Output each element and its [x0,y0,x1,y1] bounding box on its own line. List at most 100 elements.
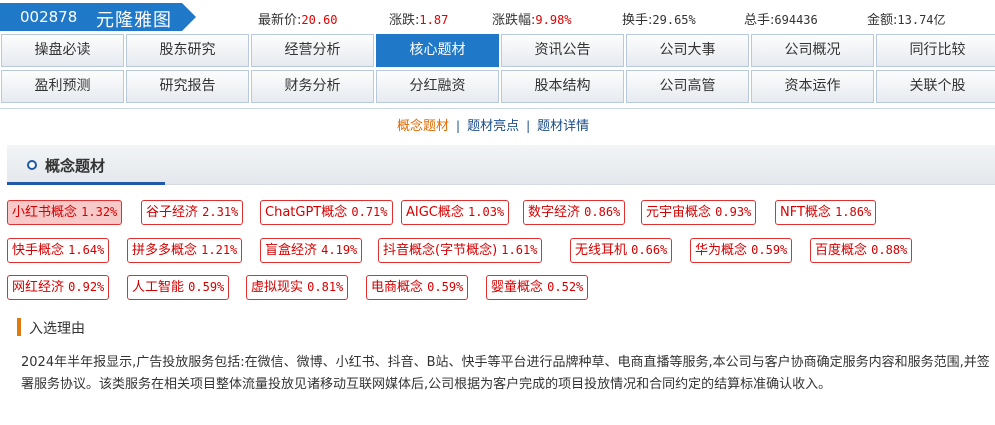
concept-tag[interactable]: 抖音概念(字节概念) 1.61% [378,238,543,263]
concept-tag-value: 0.92% [68,280,105,294]
concept-tag[interactable]: 人工智能 0.59% [127,275,230,300]
quote-item: 涨跌幅:9.98% [492,9,572,28]
concept-tag[interactable]: 快手概念 1.64% [7,238,110,263]
concept-tag-value: 1.21% [201,243,238,257]
nav-tab[interactable]: 股东研究 [126,34,249,67]
nav-tab[interactable]: 操盘必读 [1,34,124,67]
quote-label: 总手: [744,13,775,28]
concept-tag-value: 4.19% [321,243,358,257]
tab-separator: | [456,119,461,133]
reason-marker [17,318,21,336]
subtab-item[interactable]: 题材详情 [537,119,589,134]
quote-value: 694436 [774,13,818,27]
concept-tag[interactable]: 婴童概念 0.52% [486,275,589,300]
concept-tag-value: 1.03% [468,205,505,219]
circle-bullet-icon [27,160,37,170]
nav-tab[interactable]: 研究报告 [126,70,249,103]
concept-tag-value: 1.64% [68,243,105,257]
quote-value: 20.60 [301,13,338,27]
concept-tag-name: ChatGPT概念 [265,205,352,220]
concept-tag[interactable]: 电商概念 0.59% [366,275,469,300]
concept-tag[interactable]: 谷子经济 2.31% [141,200,244,225]
quote-label: 最新价: [258,13,302,28]
stock-name: 元隆雅图 [96,10,172,31]
concept-tag-value: 2.31% [202,205,239,219]
section-title: 概念题材 [45,157,106,175]
concept-tag[interactable]: 盲盒经济 4.19% [260,238,363,263]
concept-tag-value: 0.86% [584,205,621,219]
quote-value: 9.98% [535,13,572,27]
concept-tag[interactable]: AIGC概念 1.03% [401,200,510,225]
section-underline [7,182,165,185]
concept-tag-value: 0.66% [631,243,668,257]
concept-tag[interactable]: 无线耳机 0.66% [570,238,673,263]
quote-label: 换手: [622,13,653,28]
nav-tab[interactable]: 公司高管 [626,70,749,103]
quote-item: 总手:694436 [744,9,818,28]
concept-tag[interactable]: 小红书概念 1.32% [7,200,123,225]
quote-label: 涨跌幅: [492,13,536,28]
concept-tag-name: 电商概念 [371,280,428,295]
quote-label: 金额: [867,13,898,28]
concept-tag-name: 元宇宙概念 [646,205,716,220]
concept-tag[interactable]: ChatGPT概念 0.71% [260,200,393,225]
nav-tab[interactable]: 盈利预测 [1,70,124,103]
concept-tag[interactable]: 华为概念 0.59% [690,238,793,263]
concept-tag-name: 小红书概念 [12,205,82,220]
concept-tag-value: 0.52% [547,280,584,294]
concept-tag-value: 0.71% [351,205,388,219]
nav-row-1: 操盘必读 股东研究 经营分析 核心题材 资讯公告 公司大事 公司概况 同行比较 [0,34,995,69]
concept-tag-name: 人工智能 [132,280,189,295]
nav-tab[interactable]: 资讯公告 [501,34,624,67]
concept-tag-value: 0.59% [751,243,788,257]
nav-tab[interactable]: 关联个股 [876,70,995,103]
quote-value: 13.74亿 [897,13,946,27]
concept-tag-name: NFT概念 [780,205,836,220]
quote-item: 金额:13.74亿 [867,9,946,28]
stock-title-badge: 002878 元隆雅图 [0,3,196,31]
quote-item: 涨跌:1.87 [389,9,448,28]
quote-item: 最新价:20.60 [258,9,338,28]
concept-tag-name: 拼多多概念 [132,243,202,258]
tab-separator: | [526,119,531,133]
concept-tag[interactable]: 元宇宙概念 0.93% [641,200,757,225]
quote-label: 涨跌: [389,13,420,28]
nav-tab[interactable]: 资本运作 [751,70,874,103]
nav-tab[interactable]: 同行比较 [876,34,995,67]
concept-tag[interactable]: 百度概念 0.88% [810,238,913,263]
concept-tag-value: 0.59% [188,280,225,294]
concept-tag-name: 谷子经济 [146,205,203,220]
concept-tag-name: 华为概念 [695,243,752,258]
concept-tag-name: 虚拟现实 [251,280,308,295]
concept-tag[interactable]: NFT概念 1.86% [775,200,877,225]
concept-tag[interactable]: 虚拟现实 0.81% [246,275,349,300]
subtab-item[interactable]: 题材亮点 [467,119,519,134]
concept-tag-name: AIGC概念 [406,205,469,220]
sub-tabs: 概念题材 | 题材亮点 | 题材详情 [0,108,995,138]
reason-text: 2024年半年报显示,广告投放服务包括:在微信、微博、小红书、抖音、B站、快手等… [21,355,990,392]
concept-tag-name: 无线耳机 [575,243,632,258]
subtab-item[interactable]: 概念题材 [397,119,449,134]
quote-value: 29.65% [652,13,696,27]
nav-tab[interactable]: 股本结构 [501,70,624,103]
concept-tag-value: 0.81% [307,280,344,294]
nav-tab[interactable]: 经营分析 [251,34,374,67]
concept-tag[interactable]: 拼多多概念 1.21% [127,238,243,263]
nav-tab[interactable]: 公司大事 [626,34,749,67]
concept-tag[interactable]: 网红经济 0.92% [7,275,110,300]
concept-tag-value: 1.86% [835,205,872,219]
quote-value: 1.87 [419,13,449,27]
nav-tab[interactable]: 分红融资 [376,70,499,103]
concept-tag-name: 快手概念 [12,243,69,258]
nav-tab[interactable]: 财务分析 [251,70,374,103]
reason-title: 入选理由 [29,321,85,337]
concept-tag-value: 0.88% [871,243,908,257]
nav-tab[interactable]: 核心题材 [376,34,499,67]
stock-code: 002878 [20,8,78,26]
sub-tabs-inner: 概念题材 | 题材亮点 | 题材详情 [397,115,589,134]
concept-tag[interactable]: 数字经济 0.86% [523,200,626,225]
concept-tag-value: 1.32% [81,205,118,219]
section-header: 概念题材 [7,145,995,185]
concept-tag-name: 盲盒经济 [265,243,322,258]
nav-tab[interactable]: 公司概况 [751,34,874,67]
